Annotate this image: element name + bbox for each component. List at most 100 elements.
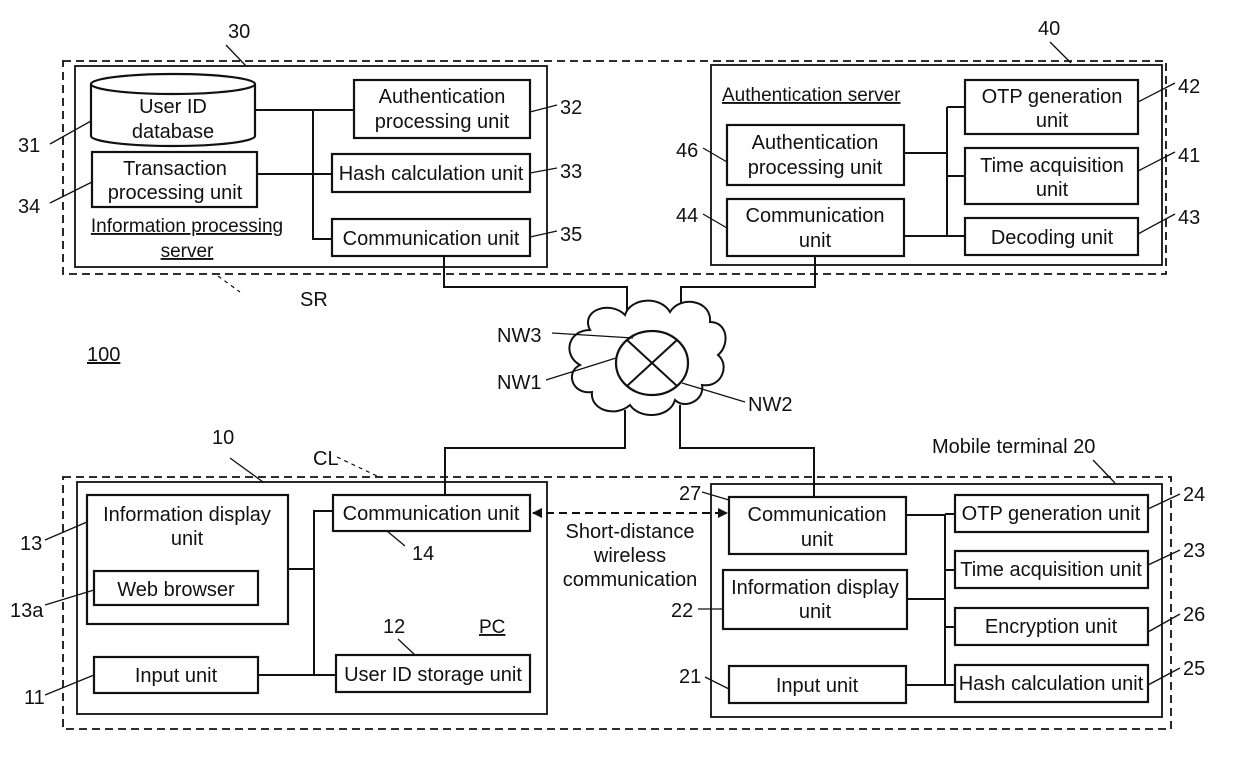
pc-comm-ref: 14 [412, 543, 434, 565]
user-id-database: User ID database [89, 72, 257, 148]
info-communication-unit: Communication unit [330, 217, 532, 258]
info-server-title-line2: server [161, 241, 214, 262]
mobile-encryption-unit: Encryption unit [953, 606, 1150, 647]
system-block-diagram: SR 30 User ID database 31 Transaction pr… [10, 18, 1205, 730]
link-network-to-pc [444, 410, 626, 500]
auth-comm-label-line2: unit [799, 230, 832, 252]
mobile-hash-label: Hash calculation unit [959, 673, 1144, 695]
client-group-ref: CL [313, 448, 339, 470]
pc-leader [229, 457, 264, 483]
auth-time-leader [1137, 151, 1176, 172]
auth-comm-leader [702, 213, 728, 229]
mobile-otp-generation-unit: OTP generation unit [953, 493, 1150, 534]
pc-input-ref: 11 [24, 687, 45, 709]
auth-decoding-unit: Decoding unit [963, 216, 1140, 257]
auth-otp-label-line1: OTP generation [982, 86, 1123, 108]
mobile-encryption-leader [1147, 613, 1181, 633]
database-cylinder-top-icon [89, 72, 257, 96]
info-auth-leader [529, 104, 558, 113]
web-browser-ref: 13a [10, 600, 44, 622]
auth-decoding-ref: 43 [1178, 207, 1200, 229]
mobile-comm-label-line1: Communication [748, 504, 887, 526]
auth-otp-leader [1137, 82, 1176, 103]
mobile-information-display-unit: Information display unit [721, 568, 909, 631]
mobile-time-acquisition-unit: Time acquisition unit [953, 549, 1150, 590]
web-browser-label: Web browser [117, 579, 235, 601]
auth-otp-label-line2: unit [1036, 110, 1069, 132]
pc-info-display-leader [44, 521, 88, 541]
pc-ref: 10 [212, 427, 234, 449]
auth-otp-generation-unit: OTP generation unit [963, 78, 1140, 136]
auth-decoding-label: Decoding unit [991, 227, 1114, 249]
pc-comm-label: Communication unit [343, 503, 520, 525]
auth-server-title: Authentication server [722, 85, 901, 106]
wireless-label-line3: communication [563, 569, 698, 591]
mobile-time-label: Time acquisition unit [960, 559, 1142, 581]
auth-comm-ref: 44 [676, 205, 698, 227]
auth-proc-label-line1: Authentication [752, 132, 879, 154]
auth-comm-label-line1: Communication [746, 205, 885, 227]
pc: 10 Information display unit Web browser … [10, 427, 548, 715]
client-group-leader [336, 456, 378, 477]
pc-information-display-unit: Information display unit Web browser [85, 493, 290, 626]
info-auth-ref: 32 [560, 97, 582, 119]
server-group-ref: SR [300, 289, 328, 311]
pc-info-display-label-line1: Information display [103, 504, 271, 526]
auth-decoding-leader [1137, 213, 1176, 235]
mobile-comm-leader [701, 491, 730, 501]
auth-time-label-line1: Time acquisition [980, 155, 1124, 177]
user-db-label-line1: User ID [139, 96, 207, 118]
mobile-otp-leader [1147, 493, 1181, 510]
mobile-time-ref: 23 [1183, 540, 1205, 562]
mobile-info-display-label-line2: unit [799, 601, 832, 623]
network-cloud: NW3 NW1 NW2 [443, 256, 816, 500]
auth-server-ref: 40 [1038, 18, 1060, 40]
auth-proc-ref: 46 [676, 140, 698, 162]
web-browser: Web browser [92, 569, 260, 607]
info-auth-processing-unit: Authentication processing unit [352, 78, 532, 140]
mobile-hash-leader [1147, 667, 1181, 686]
link-info-server-to-network [443, 256, 628, 315]
wireless-label-line2: wireless [593, 545, 666, 567]
transaction-label-line2: processing unit [108, 182, 243, 204]
user-db-leader [49, 120, 92, 145]
pc-info-display-ref: 13 [20, 533, 42, 555]
auth-time-label-line2: unit [1036, 179, 1069, 201]
pc-input-label: Input unit [135, 665, 218, 687]
user-id-storage-ref: 12 [383, 616, 405, 638]
mobile-encryption-ref: 26 [1183, 604, 1205, 626]
auth-processing-unit: Authentication processing unit [725, 123, 906, 187]
mobile-comm-ref: 27 [679, 483, 701, 505]
pc-bus-vertical [313, 510, 336, 676]
info-comm-ref: 35 [560, 224, 582, 246]
mobile-info-display-ref: 22 [671, 600, 693, 622]
mobile-title: Mobile terminal 20 [932, 436, 1095, 458]
mobile-input-ref: 21 [679, 666, 701, 688]
transaction-processing-unit: Transaction processing unit [90, 150, 259, 209]
system-ref-label: 100 [87, 344, 120, 366]
pc-info-display-label-line2: unit [171, 528, 204, 550]
pc-communication-unit: Communication unit [331, 493, 532, 533]
auth-time-acquisition-unit: Time acquisition unit [963, 146, 1140, 206]
transaction-label-line1: Transaction [123, 158, 227, 180]
short-distance-wireless-link: Short-distance wireless communication [532, 508, 728, 591]
info-hash-leader [529, 167, 558, 174]
mobile-input-label: Input unit [776, 675, 859, 697]
auth-time-ref: 41 [1178, 145, 1200, 167]
user-id-storage-leader [397, 638, 416, 656]
user-db-ref: 31 [18, 135, 40, 157]
user-db-label-line2: database [132, 121, 214, 143]
mobile-hash-ref: 25 [1183, 658, 1205, 680]
info-hash-calculation-unit: Hash calculation unit [330, 152, 532, 194]
nw3-label: NW3 [497, 325, 541, 347]
auth-proc-leader [702, 147, 728, 163]
info-hash-label: Hash calculation unit [339, 163, 524, 185]
authentication-server: 40 Authentication server Authentication … [676, 18, 1200, 266]
mobile-input-unit: Input unit [727, 664, 908, 705]
server-group-leader [217, 275, 241, 293]
nw1-label: NW1 [497, 372, 541, 394]
mobile-otp-label: OTP generation unit [962, 503, 1141, 525]
mobile-communication-unit: Communication unit [727, 495, 908, 556]
pc-title: PC [479, 617, 505, 638]
auth-proc-label-line2: processing unit [748, 157, 883, 179]
